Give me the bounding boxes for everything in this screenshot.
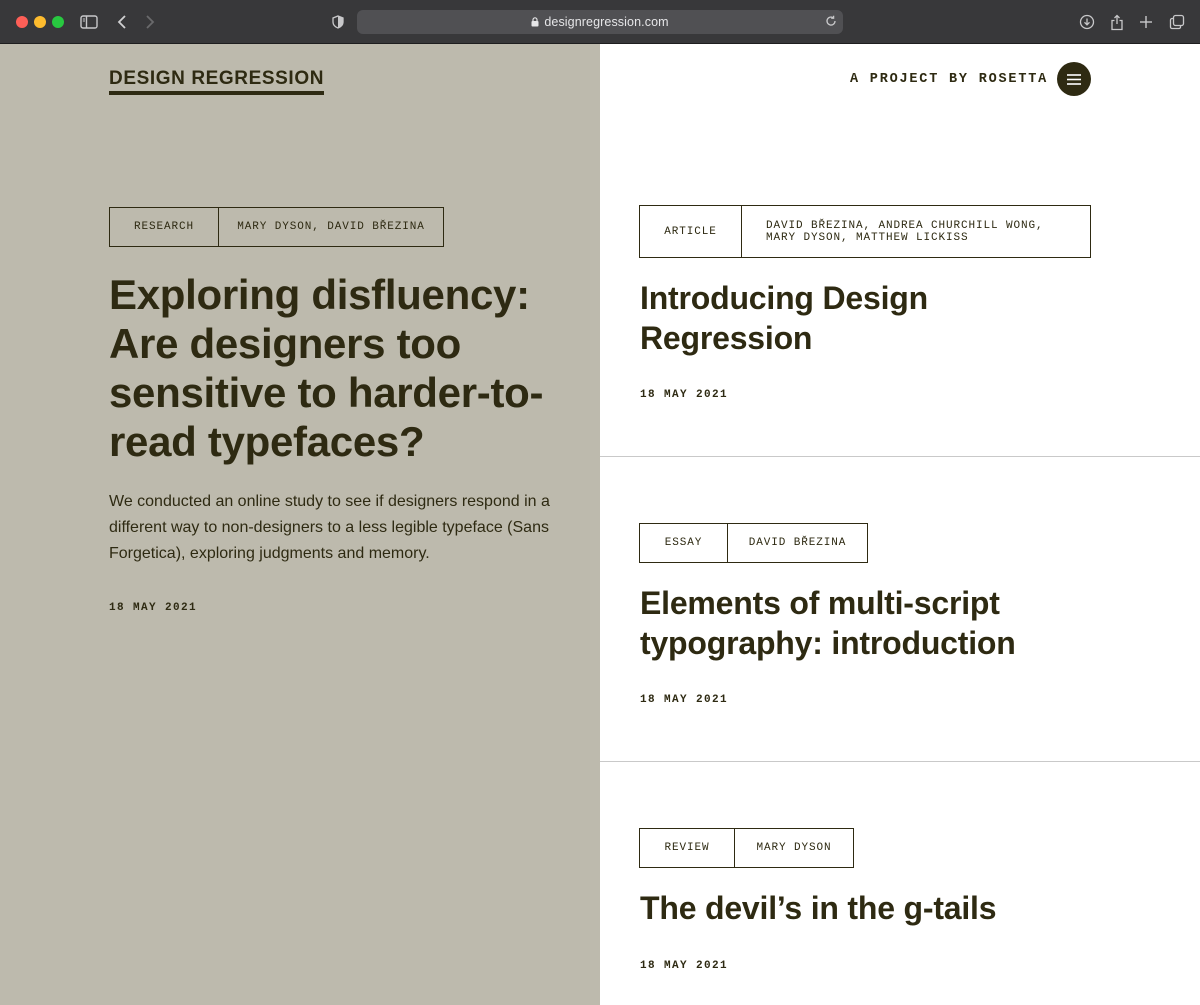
category-tag[interactable]: ARTICLE — [640, 206, 741, 257]
featured-meta: RESEARCH MARY DYSON, DAVID BŘEZINA — [109, 207, 444, 247]
author-tag[interactable]: MARY DYSON, DAVID BŘEZINA — [218, 208, 443, 246]
article-date: 18 MAY 2021 — [640, 960, 729, 972]
category-tag[interactable]: RESEARCH — [110, 208, 218, 246]
tabs-overview-icon[interactable] — [1165, 10, 1189, 34]
author-tag[interactable]: MARY DYSON — [734, 829, 853, 867]
article-date: 18 MAY 2021 — [640, 389, 729, 401]
author-tag[interactable]: DAVID BŘEZINA — [727, 524, 867, 562]
article-meta: REVIEW MARY DYSON — [639, 828, 854, 868]
featured-title[interactable]: Exploring disfluency: Are designers too … — [109, 270, 579, 466]
lock-icon — [531, 17, 539, 27]
reload-icon[interactable] — [825, 15, 837, 27]
url-text: designregression.com — [544, 15, 669, 29]
new-tab-icon[interactable] — [1134, 10, 1158, 34]
divider — [600, 761, 1200, 762]
author-tag[interactable]: DAVID BŘEZINA, ANDREA CHURCHILL WONG, MA… — [741, 206, 1090, 257]
site-tagline[interactable]: A PROJECT BY ROSETTA — [850, 72, 1048, 87]
browser-toolbar: designregression.com — [0, 0, 1200, 44]
article-meta: ESSAY DAVID BŘEZINA — [639, 523, 868, 563]
zoom-window-button[interactable] — [52, 16, 64, 28]
forward-icon[interactable] — [138, 10, 162, 34]
share-icon[interactable] — [1105, 10, 1129, 34]
minimize-window-button[interactable] — [34, 16, 46, 28]
divider — [600, 456, 1200, 457]
article-title[interactable]: Elements of multi-script typography: int… — [640, 583, 1100, 663]
back-icon[interactable] — [110, 10, 134, 34]
featured-description: We conducted an online study to see if d… — [109, 493, 550, 562]
article-title[interactable]: The devil’s in the g-tails — [640, 888, 1100, 928]
shield-icon[interactable] — [326, 10, 350, 34]
article-meta: ARTICLE DAVID BŘEZINA, ANDREA CHURCHILL … — [639, 205, 1091, 258]
article-date: 18 MAY 2021 — [640, 694, 729, 706]
category-tag[interactable]: ESSAY — [640, 524, 727, 562]
site-logo[interactable]: DESIGN REGRESSION — [109, 68, 325, 95]
menu-button[interactable] — [1057, 62, 1091, 96]
hamburger-icon — [1067, 73, 1081, 85]
sidebar-icon[interactable] — [77, 10, 101, 34]
close-window-button[interactable] — [16, 16, 28, 28]
category-tag[interactable]: REVIEW — [640, 829, 734, 867]
address-bar[interactable]: designregression.com — [357, 10, 843, 34]
download-icon[interactable] — [1075, 10, 1099, 34]
article-title[interactable]: Introducing Design Regression — [640, 278, 1100, 358]
featured-date: 18 MAY 2021 — [109, 602, 198, 614]
